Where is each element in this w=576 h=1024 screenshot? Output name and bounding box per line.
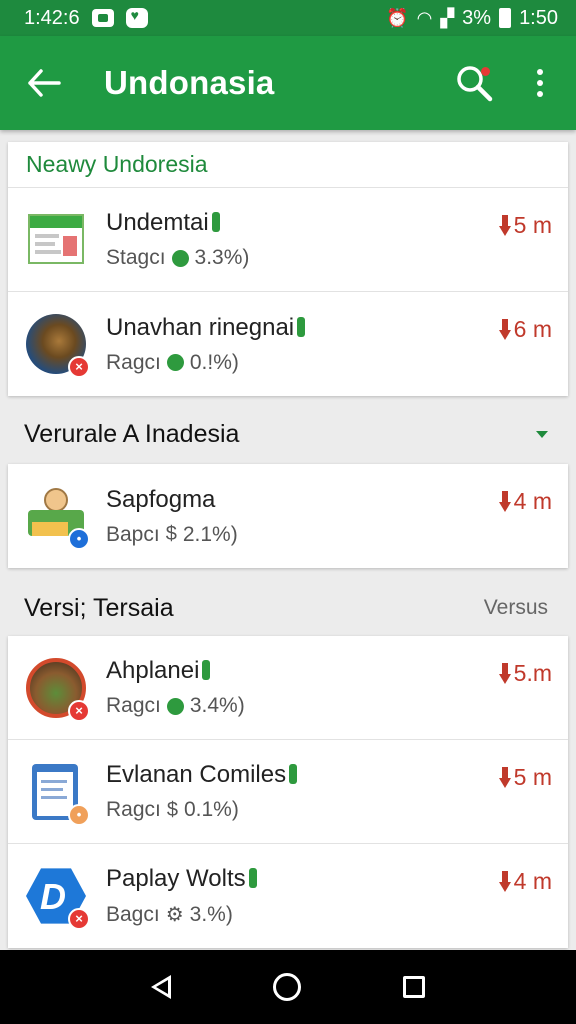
content-area: Neawy Undoresia Undemtai Stagcı 3.3%) 5 … [0, 130, 576, 950]
signal-icon: ▞ [440, 7, 455, 28]
item-title: Sapfogma [106, 485, 216, 513]
gear-icon: ⚙ [165, 904, 184, 926]
download-size: 5.m [498, 660, 552, 687]
size-value: 6 m [513, 316, 552, 342]
item-label: Bagcı [106, 902, 160, 926]
download-arrow-icon [498, 490, 511, 513]
search-button[interactable] [444, 53, 504, 113]
item-label: Bapcı [106, 522, 160, 546]
app-card: • Sapfogma Bapcı $ 2.1%) 4 m [8, 464, 568, 568]
alarm-icon: ⏰ [386, 7, 409, 28]
download-size: 6 m [498, 316, 552, 343]
size-value: 5 m [513, 212, 552, 238]
clipboard-app-icon: • [24, 760, 90, 826]
download-arrow-icon [498, 662, 511, 685]
download-arrow-icon [498, 766, 511, 789]
app-card: × Ahplanei Ragcı 3.4%) 5.m • Evlanan Com… [8, 636, 568, 948]
dollar-icon: $ [165, 523, 177, 545]
list-item[interactable]: Undemtai Stagcı 3.3%) 5 m [8, 188, 568, 292]
size-value: 5.m [513, 660, 552, 686]
navigation-bar [0, 950, 576, 1024]
dollar-icon: $ [166, 798, 178, 821]
card-header: Neawy Undoresia [8, 142, 568, 188]
verified-icon [297, 316, 306, 337]
heart-notification-icon [125, 7, 148, 28]
close-badge-icon: × [68, 908, 90, 930]
page-title: Undonasia [104, 64, 275, 101]
item-title: Undemtai [106, 209, 209, 236]
section-header: Versi; Tersaia Versus [0, 578, 576, 638]
dot-icon [537, 80, 543, 86]
featured-card: Neawy Undoresia Undemtai Stagcı 3.3%) 5 … [8, 142, 568, 396]
person-card-icon: • [24, 484, 90, 550]
item-title: Evlanan Comiles [106, 761, 287, 788]
verified-icon [289, 764, 298, 784]
rating-icon [166, 354, 184, 371]
section-header[interactable]: Verurale A Inadesia [0, 404, 576, 464]
close-badge-icon: × [68, 356, 90, 378]
list-item[interactable]: • Evlanan Comiles Ragcı $ 0.1%) 5 m [8, 740, 568, 844]
download-size: 4 m [498, 868, 552, 895]
rating-icon [171, 249, 189, 267]
close-badge-icon: × [68, 699, 90, 722]
rating-icon [166, 697, 184, 715]
download-size: 5 m [498, 212, 552, 239]
list-item[interactable]: × Unavhan rinegnai Ragcı 0.!%) 6 m [8, 292, 568, 396]
item-label: Ragcı [106, 350, 161, 374]
item-value: 3.%) [189, 902, 233, 926]
download-size: 4 m [498, 488, 552, 515]
nav-recents-button[interactable] [403, 976, 425, 998]
item-title: Paplay Wolts [106, 865, 246, 892]
item-value: 2.1%) [182, 522, 238, 546]
item-value: 3.3%) [194, 246, 250, 269]
item-title: Unavhan rinegnai [106, 313, 295, 341]
chevron-down-icon[interactable] [536, 430, 548, 438]
dot-icon [537, 69, 543, 75]
back-button[interactable] [14, 53, 74, 113]
dot-icon [537, 91, 543, 97]
verified-icon [202, 660, 211, 680]
app-bar: Undonasia [0, 36, 576, 130]
nav-home-button[interactable] [273, 973, 301, 1001]
item-title: Ahplanei [106, 657, 200, 684]
list-item[interactable]: × Ahplanei Ragcı 3.4%) 5.m [8, 636, 568, 740]
download-arrow-icon [498, 870, 511, 893]
animal-app-icon: × [24, 312, 90, 378]
item-value: 0.1%) [183, 798, 239, 821]
back-arrow-icon [28, 69, 61, 97]
landscape-app-icon: × [24, 656, 90, 722]
download-arrow-icon [498, 214, 511, 237]
download-size: 5 m [498, 764, 552, 791]
status-badge-icon: • [68, 803, 90, 826]
size-value: 5 m [513, 764, 552, 790]
item-label: Ragcı [106, 798, 161, 821]
battery-icon [499, 8, 512, 28]
status-bar: 1:42:6 ⏰ ◠ ▞ 3% 1:50 [0, 0, 576, 36]
verified-icon [211, 212, 220, 232]
d-hexagon-icon: D × [24, 864, 90, 930]
more-options-button[interactable] [520, 53, 560, 113]
battery-percent: 3% [462, 6, 492, 29]
notification-dot [481, 67, 490, 76]
item-value: 3.4%) [189, 694, 245, 717]
section-title: Versi; Tersaia [24, 593, 174, 622]
photo-notification-icon [91, 9, 114, 27]
section-title: Verurale A Inadesia [24, 419, 240, 448]
download-arrow-icon [498, 318, 511, 341]
size-value: 4 m [513, 488, 552, 514]
status-time-left: 1:42:6 [24, 6, 80, 29]
section-action-link[interactable]: Versus [484, 596, 548, 620]
wifi-icon: ◠ [416, 7, 433, 28]
nav-back-button[interactable] [151, 975, 171, 999]
info-badge-icon: • [68, 528, 90, 550]
list-item[interactable]: • Sapfogma Bapcı $ 2.1%) 4 m [8, 464, 568, 568]
list-item[interactable]: D × Paplay Wolts Bagcı ⚙ 3.%) 4 m [8, 844, 568, 948]
status-time-right: 1:50 [519, 6, 558, 29]
item-label: Stagcı [106, 246, 166, 269]
item-label: Ragcı [106, 694, 161, 717]
verified-icon [248, 868, 257, 888]
size-value: 4 m [513, 868, 552, 894]
document-app-icon [24, 208, 88, 272]
item-value: 0.!%) [189, 350, 239, 374]
